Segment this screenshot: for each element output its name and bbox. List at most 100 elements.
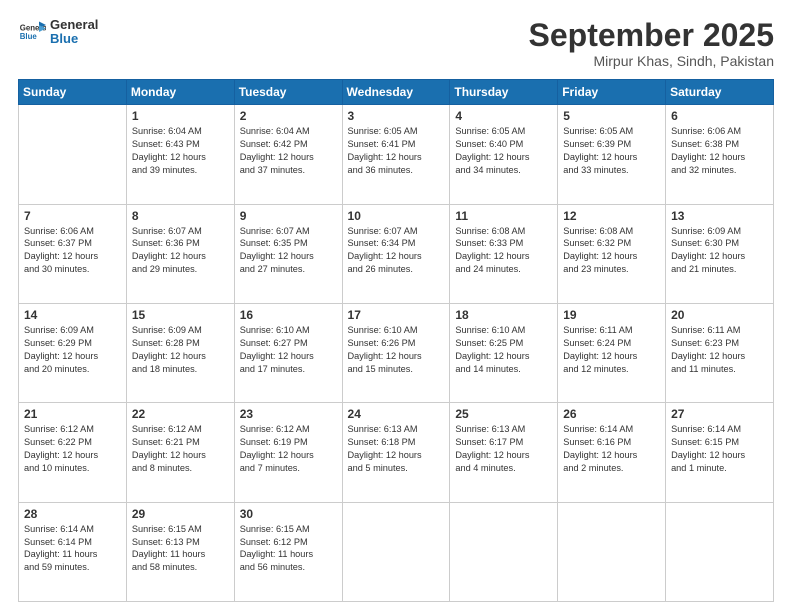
day-number: 12	[563, 209, 660, 223]
week-row-0: 1 Sunrise: 6:04 AM Sunset: 6:43 PM Daylig…	[19, 105, 774, 204]
cell-info: Sunrise: 6:11 AM Sunset: 6:24 PM Dayligh…	[563, 324, 660, 376]
day-number: 29	[132, 507, 229, 521]
header-wednesday: Wednesday	[342, 80, 450, 105]
calendar-cell: 15 Sunrise: 6:09 AM Sunset: 6:28 PM Dayli…	[126, 303, 234, 402]
day-number: 1	[132, 109, 229, 123]
cell-info: Sunrise: 6:15 AM Sunset: 6:12 PM Dayligh…	[240, 523, 337, 575]
header-tuesday: Tuesday	[234, 80, 342, 105]
calendar-cell: 9 Sunrise: 6:07 AM Sunset: 6:35 PM Daylig…	[234, 204, 342, 303]
day-number: 27	[671, 407, 768, 421]
calendar-cell	[666, 502, 774, 601]
calendar-cell: 1 Sunrise: 6:04 AM Sunset: 6:43 PM Daylig…	[126, 105, 234, 204]
calendar-cell: 24Sunrise: 6:13 AM Sunset: 6:18 PM Dayli…	[342, 403, 450, 502]
week-row-3: 21 Sunrise: 6:12 AM Sunset: 6:22 PM Dayli…	[19, 403, 774, 502]
cell-info: Sunrise: 6:14 AM Sunset: 6:14 PM Dayligh…	[24, 523, 121, 575]
day-number: 28	[24, 507, 121, 521]
cell-info: Sunrise: 6:15 AM Sunset: 6:13 PM Dayligh…	[132, 523, 229, 575]
day-number: 11	[455, 209, 552, 223]
day-number: 3	[348, 109, 445, 123]
day-number: 8	[132, 209, 229, 223]
calendar-cell	[19, 105, 127, 204]
cell-info: Sunrise: 6:04 AM Sunset: 6:43 PM Dayligh…	[132, 125, 229, 177]
calendar-cell: 14Sunrise: 6:09 AM Sunset: 6:29 PM Dayli…	[19, 303, 127, 402]
cell-info: Sunrise: 6:07 AM Sunset: 6:36 PM Dayligh…	[132, 225, 229, 277]
header-sunday: Sunday	[19, 80, 127, 105]
cell-info: Sunrise: 6:13 AM Sunset: 6:18 PM Dayligh…	[348, 423, 445, 475]
calendar-cell: 21 Sunrise: 6:12 AM Sunset: 6:22 PM Dayli…	[19, 403, 127, 502]
day-number: 19	[563, 308, 660, 322]
day-number: 23	[240, 407, 337, 421]
calendar-cell	[342, 502, 450, 601]
calendar-cell	[558, 502, 666, 601]
header-friday: Friday	[558, 80, 666, 105]
calendar-table: Sunday Monday Tuesday Wednesday Thursday…	[18, 79, 774, 602]
cell-info: Sunrise: 6:08 AM Sunset: 6:32 PM Dayligh…	[563, 225, 660, 277]
calendar-cell: 7 Sunrise: 6:06 AM Sunset: 6:37 PM Daylig…	[19, 204, 127, 303]
day-number: 22	[132, 407, 229, 421]
calendar-cell: 19 Sunrise: 6:11 AM Sunset: 6:24 PM Dayli…	[558, 303, 666, 402]
day-number: 26	[563, 407, 660, 421]
cell-info: Sunrise: 6:07 AM Sunset: 6:35 PM Dayligh…	[240, 225, 337, 277]
header: General Blue General Blue September 2025…	[18, 18, 774, 69]
calendar-cell: 16 Sunrise: 6:10 AM Sunset: 6:27 PM Dayli…	[234, 303, 342, 402]
location: Mirpur Khas, Sindh, Pakistan	[529, 53, 774, 69]
month-title: September 2025	[529, 18, 774, 53]
day-number: 10	[348, 209, 445, 223]
cell-info: Sunrise: 6:12 AM Sunset: 6:22 PM Dayligh…	[24, 423, 121, 475]
cell-info: Sunrise: 6:09 AM Sunset: 6:28 PM Dayligh…	[132, 324, 229, 376]
calendar-cell: 29 Sunrise: 6:15 AM Sunset: 6:13 PM Dayli…	[126, 502, 234, 601]
day-number: 20	[671, 308, 768, 322]
cell-info: Sunrise: 6:10 AM Sunset: 6:27 PM Dayligh…	[240, 324, 337, 376]
day-number: 2	[240, 109, 337, 123]
cell-info: Sunrise: 6:05 AM Sunset: 6:40 PM Dayligh…	[455, 125, 552, 177]
calendar-cell: 28 Sunrise: 6:14 AM Sunset: 6:14 PM Dayli…	[19, 502, 127, 601]
day-number: 14	[24, 308, 121, 322]
page: General Blue General Blue September 2025…	[0, 0, 792, 612]
day-number: 30	[240, 507, 337, 521]
calendar-cell: 23 Sunrise: 6:12 AM Sunset: 6:19 PM Dayli…	[234, 403, 342, 502]
calendar-cell: 22 Sunrise: 6:12 AM Sunset: 6:21 PM Dayli…	[126, 403, 234, 502]
day-number: 9	[240, 209, 337, 223]
calendar-cell: 2 Sunrise: 6:04 AM Sunset: 6:42 PM Daylig…	[234, 105, 342, 204]
calendar-cell: 12 Sunrise: 6:08 AM Sunset: 6:32 PM Dayli…	[558, 204, 666, 303]
day-number: 5	[563, 109, 660, 123]
cell-info: Sunrise: 6:06 AM Sunset: 6:37 PM Dayligh…	[24, 225, 121, 277]
day-number: 6	[671, 109, 768, 123]
cell-info: Sunrise: 6:12 AM Sunset: 6:19 PM Dayligh…	[240, 423, 337, 475]
cell-info: Sunrise: 6:09 AM Sunset: 6:30 PM Dayligh…	[671, 225, 768, 277]
calendar-header-row: Sunday Monday Tuesday Wednesday Thursday…	[19, 80, 774, 105]
calendar-cell: 5 Sunrise: 6:05 AM Sunset: 6:39 PM Daylig…	[558, 105, 666, 204]
logo: General Blue General Blue	[18, 18, 98, 47]
cell-info: Sunrise: 6:04 AM Sunset: 6:42 PM Dayligh…	[240, 125, 337, 177]
day-number: 21	[24, 407, 121, 421]
cell-info: Sunrise: 6:06 AM Sunset: 6:38 PM Dayligh…	[671, 125, 768, 177]
day-number: 15	[132, 308, 229, 322]
svg-text:Blue: Blue	[20, 32, 38, 41]
cell-info: Sunrise: 6:10 AM Sunset: 6:25 PM Dayligh…	[455, 324, 552, 376]
calendar-cell: 27Sunrise: 6:14 AM Sunset: 6:15 PM Dayli…	[666, 403, 774, 502]
cell-info: Sunrise: 6:12 AM Sunset: 6:21 PM Dayligh…	[132, 423, 229, 475]
day-number: 13	[671, 209, 768, 223]
title-section: September 2025 Mirpur Khas, Sindh, Pakis…	[529, 18, 774, 69]
header-thursday: Thursday	[450, 80, 558, 105]
cell-info: Sunrise: 6:11 AM Sunset: 6:23 PM Dayligh…	[671, 324, 768, 376]
cell-info: Sunrise: 6:08 AM Sunset: 6:33 PM Dayligh…	[455, 225, 552, 277]
day-number: 4	[455, 109, 552, 123]
cell-info: Sunrise: 6:05 AM Sunset: 6:39 PM Dayligh…	[563, 125, 660, 177]
calendar-cell: 4 Sunrise: 6:05 AM Sunset: 6:40 PM Daylig…	[450, 105, 558, 204]
logo-icon: General Blue	[18, 18, 46, 46]
day-number: 7	[24, 209, 121, 223]
day-number: 17	[348, 308, 445, 322]
calendar-cell: 17Sunrise: 6:10 AM Sunset: 6:26 PM Dayli…	[342, 303, 450, 402]
calendar-cell: 11 Sunrise: 6:08 AM Sunset: 6:33 PM Dayli…	[450, 204, 558, 303]
day-number: 25	[455, 407, 552, 421]
day-number: 16	[240, 308, 337, 322]
week-row-2: 14Sunrise: 6:09 AM Sunset: 6:29 PM Dayli…	[19, 303, 774, 402]
cell-info: Sunrise: 6:07 AM Sunset: 6:34 PM Dayligh…	[348, 225, 445, 277]
calendar-cell: 10 Sunrise: 6:07 AM Sunset: 6:34 PM Dayli…	[342, 204, 450, 303]
week-row-1: 7 Sunrise: 6:06 AM Sunset: 6:37 PM Daylig…	[19, 204, 774, 303]
calendar-cell: 13 Sunrise: 6:09 AM Sunset: 6:30 PM Dayli…	[666, 204, 774, 303]
week-row-4: 28 Sunrise: 6:14 AM Sunset: 6:14 PM Dayli…	[19, 502, 774, 601]
cell-info: Sunrise: 6:13 AM Sunset: 6:17 PM Dayligh…	[455, 423, 552, 475]
calendar-cell: 20 Sunrise: 6:11 AM Sunset: 6:23 PM Dayli…	[666, 303, 774, 402]
